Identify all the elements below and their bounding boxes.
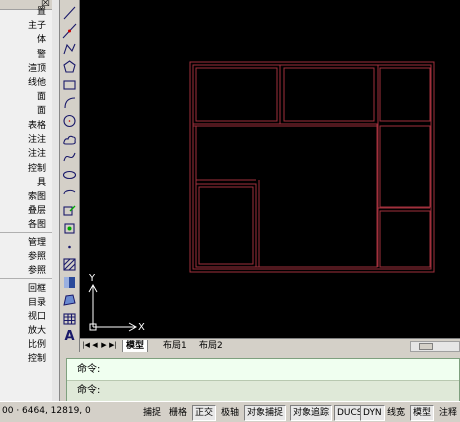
palette-item[interactable]: 视口 xyxy=(28,310,46,324)
command-window: 命令: 命令: xyxy=(60,352,460,401)
palette-item[interactable]: 目录 xyxy=(28,296,46,310)
rectangle-icon[interactable] xyxy=(61,76,78,94)
palette-item[interactable]: 各图 xyxy=(28,218,46,232)
palette-item[interactable]: 管理 xyxy=(28,236,46,250)
palette-item[interactable]: 线他 xyxy=(28,76,46,90)
palette-item[interactable]: 面 xyxy=(37,90,46,104)
palette-divider xyxy=(0,278,52,279)
ucs-y-label: Y xyxy=(88,273,96,284)
status-toggle-button[interactable]: 栅格 xyxy=(166,405,190,421)
canvas-drawing: Y X xyxy=(88,61,435,333)
ellipse-arc-icon[interactable] xyxy=(61,184,78,202)
status-toggle-button[interactable]: 模型 xyxy=(410,405,435,421)
coordinate-readout[interactable]: 00 · 6464, 12819, 0 xyxy=(2,406,91,416)
polyline-icon[interactable] xyxy=(61,40,78,58)
command-history-line: 命令: xyxy=(77,364,101,375)
draw-toolbar: A xyxy=(60,0,80,352)
ellipse-icon[interactable] xyxy=(61,166,78,184)
scroll-thumb[interactable] xyxy=(419,343,433,350)
room[interactable] xyxy=(379,210,431,268)
palette-item[interactable]: 参照 xyxy=(28,250,46,264)
palette-item[interactable]: 参照 xyxy=(28,264,46,278)
region-icon[interactable] xyxy=(61,292,78,310)
palette-item[interactable]: 注注 xyxy=(28,147,46,161)
status-toggle-button[interactable]: 线宽 xyxy=(384,405,408,421)
room[interactable] xyxy=(379,125,431,208)
horizontal-scrollbar[interactable] xyxy=(410,341,460,352)
palette-item[interactable]: 具 xyxy=(37,176,46,190)
status-toggle-button[interactable]: 捕捉 xyxy=(140,405,164,421)
palette-item[interactable]: 表格 xyxy=(28,119,46,133)
palette-item[interactable]: 控制 xyxy=(28,162,46,176)
palette-item[interactable]: 置 xyxy=(37,5,46,19)
command-history: 命令: 命令: xyxy=(66,358,460,401)
palette-item[interactable]: 渲顶 xyxy=(28,62,46,76)
arc-icon[interactable] xyxy=(61,94,78,112)
line-icon[interactable] xyxy=(61,4,78,22)
palette-scrollbar[interactable] xyxy=(52,0,60,401)
layout-tab-strip: |◀ ◀ ▶ ▶| 模型 布局1 布局2 xyxy=(80,338,460,353)
palette-item[interactable]: 叠层 xyxy=(28,204,46,218)
point-icon[interactable] xyxy=(61,238,78,256)
room-inner[interactable] xyxy=(198,186,254,265)
room[interactable] xyxy=(195,125,378,268)
palette-item[interactable]: 面 xyxy=(37,104,46,118)
room[interactable] xyxy=(195,67,278,122)
palette-item[interactable]: 放大 xyxy=(28,324,46,338)
ucs-icon xyxy=(88,283,138,332)
tab-nav-button[interactable]: ◀ xyxy=(91,341,99,350)
table-icon[interactable] xyxy=(61,310,78,328)
gradient-icon[interactable] xyxy=(61,274,78,292)
status-toggle-button[interactable]: 正交 xyxy=(192,405,217,421)
palette-item[interactable]: 警 xyxy=(37,48,46,62)
layout-tab[interactable]: 布局2 xyxy=(196,340,226,352)
spline-icon[interactable] xyxy=(61,148,78,166)
palette-item[interactable]: 主子 xyxy=(28,19,46,33)
command-prompt[interactable]: 命令: xyxy=(77,384,100,397)
make-block-icon[interactable] xyxy=(61,220,78,238)
plan-inner-wall[interactable] xyxy=(192,64,432,270)
command-input-area[interactable]: 命令: xyxy=(67,380,459,401)
status-toggle-button[interactable]: 对象追踪 xyxy=(290,405,333,421)
multiline-text-icon[interactable]: A xyxy=(61,328,78,346)
palette-item[interactable]: 索图 xyxy=(28,190,46,204)
status-bar: 00 · 6464, 12819, 0 捕捉 栅格 正交 极轴 对象捕捉 对象追踪 DUCS… xyxy=(0,401,460,422)
insert-block-icon[interactable] xyxy=(61,202,78,220)
palette-item[interactable]: 比例 xyxy=(28,338,46,352)
status-toggle-button[interactable]: 注释 xyxy=(436,405,460,421)
status-toggle-button[interactable]: DYN xyxy=(360,405,385,421)
polygon-icon[interactable] xyxy=(61,58,78,76)
wall[interactable] xyxy=(192,123,378,127)
plan-outer-wall[interactable] xyxy=(189,61,435,273)
palette-item[interactable]: 控制 xyxy=(28,352,46,366)
drawing-canvas[interactable]: Y X xyxy=(80,0,460,338)
room[interactable] xyxy=(283,67,375,122)
circle-icon[interactable] xyxy=(61,112,78,130)
palette-divider xyxy=(0,232,52,233)
ucs-x-label: X xyxy=(138,322,145,333)
room[interactable] xyxy=(195,183,257,268)
hatch-icon[interactable] xyxy=(61,256,78,274)
layout-tab[interactable]: 布局1 xyxy=(160,340,190,352)
status-toggle-button[interactable]: 对象捕捉 xyxy=(244,405,287,421)
room[interactable] xyxy=(379,67,431,122)
tab-nav-button[interactable]: |◀ xyxy=(82,341,90,350)
palette-item[interactable]: 体 xyxy=(37,33,46,47)
text-tool-glyph: A xyxy=(64,329,75,344)
tab-nav-button[interactable]: ▶| xyxy=(109,341,117,350)
palette-item[interactable]: 注注 xyxy=(28,133,46,147)
status-toggle-button[interactable]: 极轴 xyxy=(218,405,242,421)
tool-palette: ☒ 置主子体警渲顶 线他面面表格 注注 注注 控制具索图 叠层 各图 管理 参照 参照 回框 目录 视口… xyxy=(0,0,53,401)
revision-cloud-icon[interactable] xyxy=(61,130,78,148)
tab-nav-button[interactable]: ▶ xyxy=(100,341,108,350)
palette-item[interactable]: 回框 xyxy=(28,282,46,296)
construction-line-icon[interactable] xyxy=(61,22,78,40)
